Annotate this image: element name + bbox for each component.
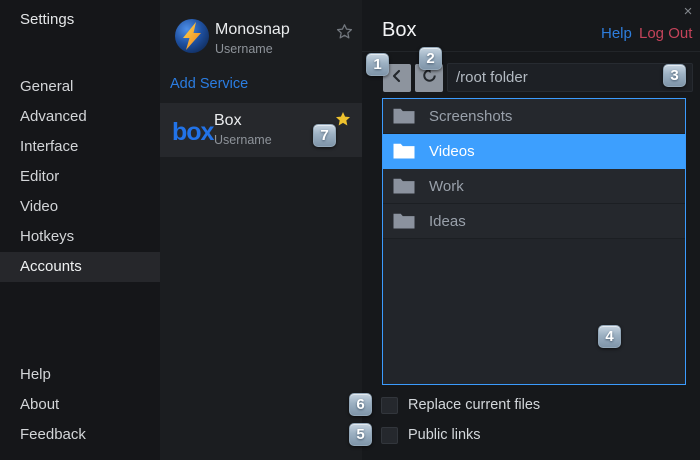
folder-label: Ideas (429, 213, 466, 230)
folder-icon (393, 178, 415, 194)
folder-row-ideas[interactable]: Ideas (383, 204, 685, 239)
folder-label: Work (429, 178, 464, 195)
sidebar-item-video[interactable]: Video (0, 192, 160, 222)
star-outline-icon[interactable] (336, 23, 353, 40)
refresh-icon (421, 67, 438, 89)
option-replace-current-files: Replace current files (381, 397, 540, 414)
folder-path-input[interactable] (447, 63, 693, 92)
public-links-checkbox[interactable] (381, 427, 398, 444)
folder-icon (393, 143, 415, 159)
service-username-box: Username (214, 133, 272, 147)
folder-list: Screenshots Videos Work Ideas (382, 98, 686, 385)
sidebar-footer-nav: Help About Feedback (0, 360, 160, 450)
sidebar-item-help[interactable]: Help (0, 360, 160, 390)
callout-6-badge: 6 (349, 393, 372, 416)
sidebar-item-hotkeys[interactable]: Hotkeys (0, 222, 160, 252)
box-logo-icon: box (172, 119, 213, 145)
chevron-left-icon (389, 68, 405, 89)
service-username-monosnap: Username (215, 42, 273, 56)
public-links-label: Public links (408, 427, 481, 444)
folder-label: Videos (429, 143, 475, 160)
page-title: Settings (20, 11, 74, 28)
sidebar-item-general[interactable]: General (0, 72, 160, 102)
sidebar: Settings General Advanced Interface Edit… (0, 0, 160, 460)
folder-row-work[interactable]: Work (383, 169, 685, 204)
callout-2-badge: 2 (419, 47, 442, 70)
folder-icon (393, 108, 415, 124)
settings-window: Settings General Advanced Interface Edit… (0, 0, 700, 460)
header-divider (362, 51, 700, 52)
sidebar-item-interface[interactable]: Interface (0, 132, 160, 162)
folder-row-screenshots[interactable]: Screenshots (383, 99, 685, 134)
logout-link[interactable]: Log Out (639, 25, 692, 42)
close-icon[interactable]: × (678, 2, 698, 22)
sidebar-item-about[interactable]: About (0, 390, 160, 420)
replace-files-checkbox[interactable] (381, 397, 398, 414)
sidebar-item-editor[interactable]: Editor (0, 162, 160, 192)
folder-label: Screenshots (429, 108, 512, 125)
callout-5-badge: 5 (349, 423, 372, 446)
service-name-box: Box (214, 112, 242, 130)
callout-4-badge: 4 (598, 325, 621, 348)
sidebar-item-advanced[interactable]: Advanced (0, 102, 160, 132)
monosnap-logo-icon (175, 19, 209, 53)
callout-1-badge: 1 (366, 53, 389, 76)
accounts-list: Monosnap Username Add Service box Box Us… (160, 0, 362, 460)
folder-icon (393, 213, 415, 229)
service-name-monosnap: Monosnap (215, 21, 290, 39)
box-service-panel: × Box Help Log Out (362, 0, 700, 460)
callout-3-badge: 3 (663, 64, 686, 87)
folder-row-videos[interactable]: Videos (383, 134, 685, 169)
help-link[interactable]: Help (601, 25, 632, 42)
sidebar-nav: General Advanced Interface Editor Video … (0, 72, 160, 282)
option-public-links: Public links (381, 427, 481, 444)
replace-files-label: Replace current files (408, 397, 540, 414)
sidebar-item-accounts[interactable]: Accounts (0, 252, 160, 282)
add-service-button[interactable]: Add Service (170, 76, 248, 92)
sidebar-item-feedback[interactable]: Feedback (0, 420, 160, 450)
panel-title: Box (382, 19, 416, 42)
callout-7-badge: 7 (313, 124, 336, 147)
star-filled-icon[interactable] (335, 111, 351, 127)
